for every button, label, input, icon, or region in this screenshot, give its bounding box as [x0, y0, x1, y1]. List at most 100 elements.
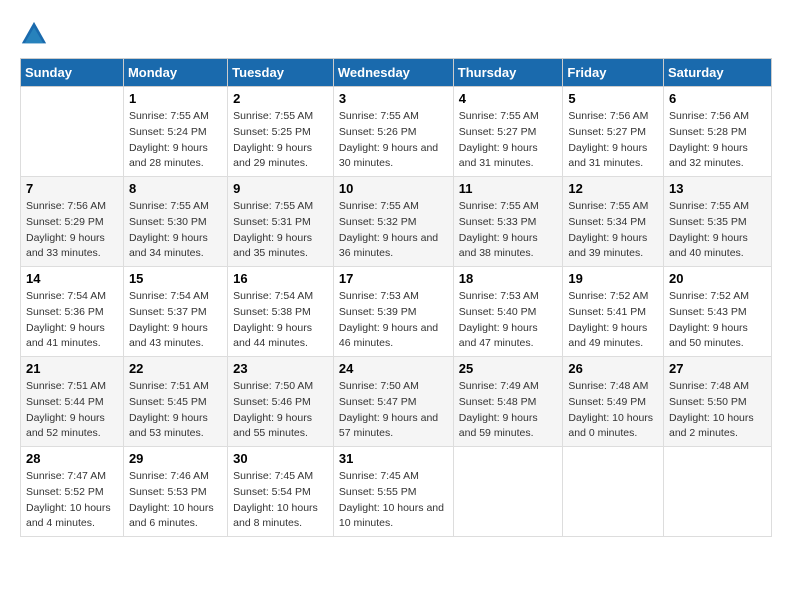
header-day-tuesday: Tuesday	[228, 59, 334, 87]
day-info: Sunrise: 7:54 AMSunset: 5:38 PMDaylight:…	[233, 289, 328, 352]
day-number: 14	[26, 271, 118, 286]
day-info: Sunrise: 7:47 AMSunset: 5:52 PMDaylight:…	[26, 469, 118, 532]
calendar-header: SundayMondayTuesdayWednesdayThursdayFrid…	[21, 59, 772, 87]
header-day-sunday: Sunday	[21, 59, 124, 87]
header-day-thursday: Thursday	[453, 59, 563, 87]
day-number: 9	[233, 181, 328, 196]
calendar-cell: 1 Sunrise: 7:55 AMSunset: 5:24 PMDaylight…	[123, 87, 227, 177]
calendar-cell: 7 Sunrise: 7:56 AMSunset: 5:29 PMDaylight…	[21, 177, 124, 267]
calendar-cell: 27 Sunrise: 7:48 AMSunset: 5:50 PMDayligh…	[663, 357, 771, 447]
day-info: Sunrise: 7:45 AMSunset: 5:54 PMDaylight:…	[233, 469, 328, 532]
day-number: 21	[26, 361, 118, 376]
calendar-cell: 16 Sunrise: 7:54 AMSunset: 5:38 PMDayligh…	[228, 267, 334, 357]
header-row: SundayMondayTuesdayWednesdayThursdayFrid…	[21, 59, 772, 87]
week-row-2: 7 Sunrise: 7:56 AMSunset: 5:29 PMDaylight…	[21, 177, 772, 267]
day-info: Sunrise: 7:49 AMSunset: 5:48 PMDaylight:…	[459, 379, 558, 442]
day-info: Sunrise: 7:55 AMSunset: 5:30 PMDaylight:…	[129, 199, 222, 262]
calendar-body: 1 Sunrise: 7:55 AMSunset: 5:24 PMDaylight…	[21, 87, 772, 537]
calendar-cell: 25 Sunrise: 7:49 AMSunset: 5:48 PMDayligh…	[453, 357, 563, 447]
day-number: 2	[233, 91, 328, 106]
day-info: Sunrise: 7:48 AMSunset: 5:49 PMDaylight:…	[568, 379, 658, 442]
day-number: 7	[26, 181, 118, 196]
day-number: 1	[129, 91, 222, 106]
calendar-cell: 18 Sunrise: 7:53 AMSunset: 5:40 PMDayligh…	[453, 267, 563, 357]
day-info: Sunrise: 7:55 AMSunset: 5:31 PMDaylight:…	[233, 199, 328, 262]
calendar-cell: 30 Sunrise: 7:45 AMSunset: 5:54 PMDayligh…	[228, 447, 334, 537]
day-number: 25	[459, 361, 558, 376]
calendar-cell: 24 Sunrise: 7:50 AMSunset: 5:47 PMDayligh…	[333, 357, 453, 447]
day-number: 8	[129, 181, 222, 196]
day-info: Sunrise: 7:53 AMSunset: 5:40 PMDaylight:…	[459, 289, 558, 352]
week-row-1: 1 Sunrise: 7:55 AMSunset: 5:24 PMDaylight…	[21, 87, 772, 177]
day-info: Sunrise: 7:52 AMSunset: 5:43 PMDaylight:…	[669, 289, 766, 352]
calendar-cell: 3 Sunrise: 7:55 AMSunset: 5:26 PMDaylight…	[333, 87, 453, 177]
calendar-cell	[453, 447, 563, 537]
calendar-cell: 23Sunrise: 7:50 AMSunset: 5:46 PMDayligh…	[228, 357, 334, 447]
calendar-cell: 9 Sunrise: 7:55 AMSunset: 5:31 PMDaylight…	[228, 177, 334, 267]
day-info: Sunrise: 7:55 AMSunset: 5:35 PMDaylight:…	[669, 199, 766, 262]
calendar-table: SundayMondayTuesdayWednesdayThursdayFrid…	[20, 58, 772, 537]
day-number: 19	[568, 271, 658, 286]
week-row-4: 21 Sunrise: 7:51 AMSunset: 5:44 PMDayligh…	[21, 357, 772, 447]
day-number: 11	[459, 181, 558, 196]
day-info: Sunrise: 7:52 AMSunset: 5:41 PMDaylight:…	[568, 289, 658, 352]
day-number: 29	[129, 451, 222, 466]
calendar-cell	[21, 87, 124, 177]
day-number: 24	[339, 361, 448, 376]
header-day-monday: Monday	[123, 59, 227, 87]
day-info: Sunrise: 7:51 AMSunset: 5:44 PMDaylight:…	[26, 379, 118, 442]
day-info: Sunrise: 7:48 AMSunset: 5:50 PMDaylight:…	[669, 379, 766, 442]
calendar-cell: 12 Sunrise: 7:55 AMSunset: 5:34 PMDayligh…	[563, 177, 664, 267]
calendar-cell: 28 Sunrise: 7:47 AMSunset: 5:52 PMDayligh…	[21, 447, 124, 537]
calendar-cell: 20Sunrise: 7:52 AMSunset: 5:43 PMDayligh…	[663, 267, 771, 357]
day-info: Sunrise: 7:45 AMSunset: 5:55 PMDaylight:…	[339, 469, 448, 532]
day-number: 13	[669, 181, 766, 196]
week-row-3: 14Sunrise: 7:54 AMSunset: 5:36 PMDayligh…	[21, 267, 772, 357]
day-number: 17	[339, 271, 448, 286]
day-info: Sunrise: 7:55 AMSunset: 5:33 PMDaylight:…	[459, 199, 558, 262]
calendar-cell: 21 Sunrise: 7:51 AMSunset: 5:44 PMDayligh…	[21, 357, 124, 447]
day-info: Sunrise: 7:56 AMSunset: 5:29 PMDaylight:…	[26, 199, 118, 262]
logo-icon	[20, 20, 48, 48]
header-day-friday: Friday	[563, 59, 664, 87]
day-info: Sunrise: 7:55 AMSunset: 5:27 PMDaylight:…	[459, 109, 558, 172]
calendar-cell: 8 Sunrise: 7:55 AMSunset: 5:30 PMDaylight…	[123, 177, 227, 267]
day-number: 4	[459, 91, 558, 106]
day-info: Sunrise: 7:50 AMSunset: 5:46 PMDaylight:…	[233, 379, 328, 442]
calendar-cell: 4 Sunrise: 7:55 AMSunset: 5:27 PMDaylight…	[453, 87, 563, 177]
day-number: 15	[129, 271, 222, 286]
day-number: 10	[339, 181, 448, 196]
calendar-cell: 26Sunrise: 7:48 AMSunset: 5:49 PMDayligh…	[563, 357, 664, 447]
calendar-cell	[663, 447, 771, 537]
day-number: 3	[339, 91, 448, 106]
day-info: Sunrise: 7:56 AMSunset: 5:28 PMDaylight:…	[669, 109, 766, 172]
calendar-cell	[563, 447, 664, 537]
day-number: 18	[459, 271, 558, 286]
day-info: Sunrise: 7:51 AMSunset: 5:45 PMDaylight:…	[129, 379, 222, 442]
day-info: Sunrise: 7:55 AMSunset: 5:34 PMDaylight:…	[568, 199, 658, 262]
calendar-cell: 6 Sunrise: 7:56 AMSunset: 5:28 PMDaylight…	[663, 87, 771, 177]
calendar-cell: 22 Sunrise: 7:51 AMSunset: 5:45 PMDayligh…	[123, 357, 227, 447]
day-info: Sunrise: 7:50 AMSunset: 5:47 PMDaylight:…	[339, 379, 448, 442]
calendar-cell: 11 Sunrise: 7:55 AMSunset: 5:33 PMDayligh…	[453, 177, 563, 267]
calendar-cell: 19 Sunrise: 7:52 AMSunset: 5:41 PMDayligh…	[563, 267, 664, 357]
week-row-5: 28 Sunrise: 7:47 AMSunset: 5:52 PMDayligh…	[21, 447, 772, 537]
day-info: Sunrise: 7:55 AMSunset: 5:26 PMDaylight:…	[339, 109, 448, 172]
calendar-cell: 14Sunrise: 7:54 AMSunset: 5:36 PMDayligh…	[21, 267, 124, 357]
day-number: 22	[129, 361, 222, 376]
calendar-cell: 15Sunrise: 7:54 AMSunset: 5:37 PMDayligh…	[123, 267, 227, 357]
day-number: 16	[233, 271, 328, 286]
day-number: 12	[568, 181, 658, 196]
calendar-cell: 29 Sunrise: 7:46 AMSunset: 5:53 PMDayligh…	[123, 447, 227, 537]
calendar-cell: 5Sunrise: 7:56 AMSunset: 5:27 PMDaylight…	[563, 87, 664, 177]
day-number: 28	[26, 451, 118, 466]
calendar-cell: 31Sunrise: 7:45 AMSunset: 5:55 PMDayligh…	[333, 447, 453, 537]
day-number: 27	[669, 361, 766, 376]
day-number: 30	[233, 451, 328, 466]
day-info: Sunrise: 7:55 AMSunset: 5:24 PMDaylight:…	[129, 109, 222, 172]
day-number: 6	[669, 91, 766, 106]
header-day-wednesday: Wednesday	[333, 59, 453, 87]
calendar-cell: 17 Sunrise: 7:53 AMSunset: 5:39 PMDayligh…	[333, 267, 453, 357]
day-info: Sunrise: 7:53 AMSunset: 5:39 PMDaylight:…	[339, 289, 448, 352]
day-info: Sunrise: 7:46 AMSunset: 5:53 PMDaylight:…	[129, 469, 222, 532]
